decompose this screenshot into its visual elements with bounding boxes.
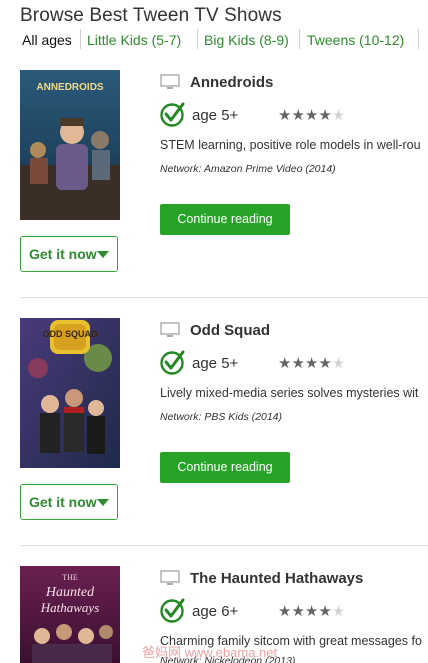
poster-title-text: Haunted [45, 585, 95, 600]
network-year: (2014) [251, 411, 282, 423]
show-title[interactable]: Odd Squad [190, 322, 270, 339]
age-filter-bar: All ages Little Kids (5-7) Big Kids (8-9… [0, 29, 428, 51]
page-title: Browse Best Tween TV Shows [20, 5, 282, 26]
star-icon: ★ [291, 355, 305, 372]
star-icon: ★ [304, 107, 319, 124]
star-icon: ★ [291, 107, 305, 124]
get-it-now-label: Get it now [29, 494, 97, 510]
show-description: Lively mixed-media series solves mysteri… [160, 386, 419, 400]
age-rating: age 5+ [192, 107, 239, 124]
show-poster[interactable]: ODD SQUAD [20, 318, 120, 468]
filter-all-ages[interactable]: All ages [22, 30, 72, 50]
poster-title-text: ODD SQUAD [42, 329, 98, 339]
network-year: (2014) [305, 163, 336, 175]
show-poster[interactable]: THE Haunted Hathaways [20, 566, 120, 663]
divider [20, 297, 428, 298]
star-icon: ★ [331, 355, 346, 372]
divider [20, 545, 428, 546]
poster-title-text: Hathaways [40, 600, 100, 615]
filter-tweens[interactable]: Tweens (10-12) [307, 30, 404, 50]
poster-title-text: ANNEDROIDS [36, 82, 104, 93]
tv-icon [160, 570, 180, 585]
star-rating: ★★★★★ [278, 603, 346, 620]
age-rating: age 5+ [192, 355, 239, 372]
star-icon: ★ [331, 603, 346, 620]
filter-divider [418, 29, 419, 49]
star-rating: ★★★★★ [278, 107, 346, 124]
check-circle-icon [160, 350, 185, 375]
star-icon: ★ [304, 603, 319, 620]
poster-image: THE Haunted Hathaways [20, 566, 120, 663]
filter-divider [197, 29, 198, 49]
network-info: Network: PBS Kids (2014) [160, 411, 282, 423]
check-circle-icon [160, 102, 185, 127]
caret-down-icon [97, 499, 109, 506]
star-icon: ★ [318, 355, 332, 372]
filter-little-kids[interactable]: Little Kids (5-7) [87, 30, 181, 50]
age-rating: age 6+ [192, 603, 239, 620]
network-label: Network: [160, 163, 202, 175]
network-label: Network: [160, 411, 202, 423]
star-icon: ★ [304, 355, 319, 372]
star-icon: ★ [291, 603, 305, 620]
network-name: Amazon Prime Video [203, 163, 303, 175]
poster-image: ANNEDROIDS [20, 70, 120, 220]
show-poster[interactable]: ANNEDROIDS [20, 70, 120, 220]
star-icon: ★ [318, 603, 332, 620]
filter-divider [80, 29, 81, 49]
tv-icon [160, 322, 180, 337]
caret-down-icon [97, 251, 109, 258]
poster-image: ODD SQUAD [20, 318, 120, 468]
star-icon: ★ [278, 107, 292, 124]
get-it-now-button[interactable]: Get it now [20, 236, 118, 272]
continue-reading-button[interactable]: Continue reading [160, 452, 290, 483]
get-it-now-label: Get it now [29, 246, 97, 262]
network-info: Network: Amazon Prime Video (2014) [160, 163, 336, 175]
show-title[interactable]: The Haunted Hathaways [190, 570, 363, 587]
star-icon: ★ [278, 603, 292, 620]
get-it-now-button[interactable]: Get it now [20, 484, 118, 520]
tv-icon [160, 74, 180, 89]
filter-big-kids[interactable]: Big Kids (8-9) [204, 30, 289, 50]
filter-divider [299, 29, 300, 49]
star-icon: ★ [278, 355, 292, 372]
star-icon: ★ [318, 107, 332, 124]
star-rating: ★★★★★ [278, 355, 346, 372]
show-title[interactable]: Annedroids [190, 74, 273, 91]
star-icon: ★ [331, 107, 346, 124]
watermark-text: 爸妈网 www.ebama.net [142, 645, 278, 660]
continue-reading-button[interactable]: Continue reading [160, 204, 290, 235]
show-description: STEM learning, positive role models in w… [160, 138, 421, 152]
check-circle-icon [160, 598, 185, 623]
network-name: PBS Kids [204, 411, 249, 423]
poster-title-text: THE [62, 573, 78, 582]
